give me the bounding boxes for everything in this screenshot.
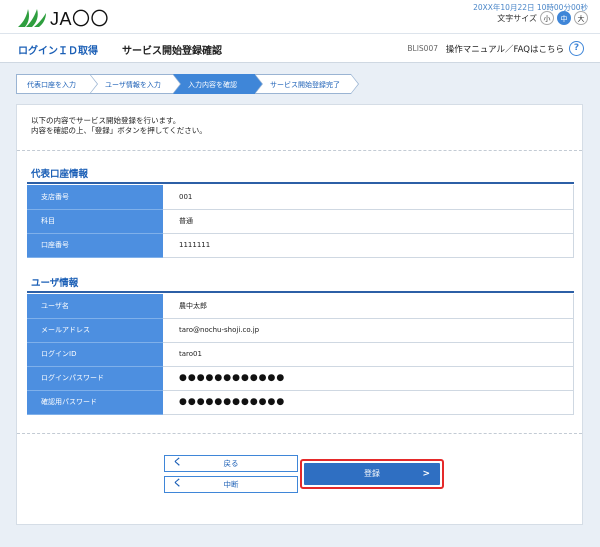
account-type-value: 普通 bbox=[163, 209, 574, 234]
account-type-label: 科目 bbox=[27, 209, 163, 234]
user-info-table: ユーザ名 農中太郎 メールアドレス taro@nochu-shoji.co.jp… bbox=[27, 294, 574, 415]
login-id-value: taro01 bbox=[163, 342, 574, 367]
account-number-value: 1111111 bbox=[163, 233, 574, 258]
confirm-password-value: ●●●●●●●●●●●● bbox=[163, 390, 574, 415]
chevron-right-icon: > bbox=[422, 469, 430, 479]
account-number-label: 口座番号 bbox=[27, 233, 163, 258]
chevron-left-icon: く bbox=[173, 458, 183, 468]
table-row: 科目 普通 bbox=[27, 209, 574, 234]
register-button-highlight: 登録 > bbox=[300, 459, 444, 489]
cancel-button-label: 中断 bbox=[223, 480, 239, 489]
divider bbox=[17, 150, 582, 151]
page-title: サービス開始登録確認 bbox=[122, 46, 222, 57]
login-password-value: ●●●●●●●●●●●● bbox=[163, 366, 574, 391]
table-row: メールアドレス taro@nochu-shoji.co.jp bbox=[27, 318, 574, 343]
section-name: ログインＩＤ取得 bbox=[18, 46, 98, 57]
user-name-label: ユーザ名 bbox=[27, 294, 163, 319]
intro-line-2: 内容を確認の上、「登録」ボタンを押してください。 bbox=[31, 126, 207, 135]
step-confirm: 入力内容を確認 bbox=[173, 74, 263, 94]
login-password-label: ログインパスワード bbox=[27, 366, 163, 391]
email-label: メールアドレス bbox=[27, 318, 163, 343]
back-button-label: 戻る bbox=[223, 459, 239, 468]
cancel-button[interactable]: く 中断 bbox=[164, 476, 298, 493]
account-section-title: 代表口座情報 bbox=[31, 169, 89, 180]
register-button-label: 登録 bbox=[364, 469, 380, 478]
top-header: JA〇〇 20XX年10月22日 10時00分00秒 文字サイズ 小 中 大 bbox=[0, 0, 600, 33]
progress-steps: 代表口座を入力 ユーザ情報を入力 入力内容を確認 サービス開始登録完了 bbox=[16, 74, 359, 94]
manual-faq-link[interactable]: 操作マニュアル／FAQはこちら bbox=[446, 43, 564, 55]
font-size-small-button[interactable]: 小 bbox=[540, 11, 554, 25]
table-row: 支店番号 001 bbox=[27, 185, 574, 210]
intro-text: 以下の内容でサービス開始登録を行います。 内容を確認の上、「登録」ボタンを押して… bbox=[31, 116, 207, 136]
step-complete: サービス開始登録完了 bbox=[255, 74, 359, 94]
table-row: 確認用パスワード ●●●●●●●●●●●● bbox=[27, 390, 574, 415]
step-user-input: ユーザ情報を入力 bbox=[90, 74, 181, 94]
register-button[interactable]: 登録 > bbox=[304, 463, 440, 485]
table-row: ユーザ名 農中太郎 bbox=[27, 294, 574, 319]
branch-number-label: 支店番号 bbox=[27, 185, 163, 210]
branch-number-value: 001 bbox=[163, 185, 574, 210]
table-row: 口座番号 1111111 bbox=[27, 233, 574, 258]
ja-leaf-icon bbox=[18, 9, 46, 27]
ja-logo[interactable]: JA〇〇 bbox=[16, 7, 109, 29]
back-button[interactable]: く 戻る bbox=[164, 455, 298, 472]
user-section-title: ユーザ情報 bbox=[31, 278, 79, 289]
intro-line-1: 以下の内容でサービス開始登録を行います。 bbox=[31, 116, 181, 125]
step-account-input: 代表口座を入力 bbox=[16, 74, 98, 94]
font-size-medium-button[interactable]: 中 bbox=[557, 11, 571, 25]
screen-code: BLIS007 bbox=[407, 44, 438, 53]
user-name-value: 農中太郎 bbox=[163, 294, 574, 319]
font-size-large-button[interactable]: 大 bbox=[574, 11, 588, 25]
table-row: ログインID taro01 bbox=[27, 342, 574, 367]
font-size-label: 文字サイズ bbox=[497, 13, 537, 23]
chevron-left-icon: く bbox=[173, 479, 183, 489]
confirm-password-label: 確認用パスワード bbox=[27, 390, 163, 415]
help-icon[interactable]: ? bbox=[569, 41, 584, 56]
email-value: taro@nochu-shoji.co.jp bbox=[163, 318, 574, 343]
divider bbox=[17, 433, 582, 434]
logo-text: JA〇〇 bbox=[50, 9, 110, 29]
confirm-panel: 以下の内容でサービス開始登録を行います。 内容を確認の上、「登録」ボタンを押して… bbox=[16, 104, 583, 525]
login-id-label: ログインID bbox=[27, 342, 163, 367]
account-section-rule bbox=[27, 182, 574, 184]
account-info-table: 支店番号 001 科目 普通 口座番号 1111111 bbox=[27, 185, 574, 258]
title-bar: ログインＩＤ取得 サービス開始登録確認 BLIS007 操作マニュアル／FAQは… bbox=[0, 33, 600, 63]
user-section-rule bbox=[27, 291, 574, 293]
table-row: ログインパスワード ●●●●●●●●●●●● bbox=[27, 366, 574, 391]
font-size-switcher: 文字サイズ 小 中 大 bbox=[497, 11, 588, 25]
